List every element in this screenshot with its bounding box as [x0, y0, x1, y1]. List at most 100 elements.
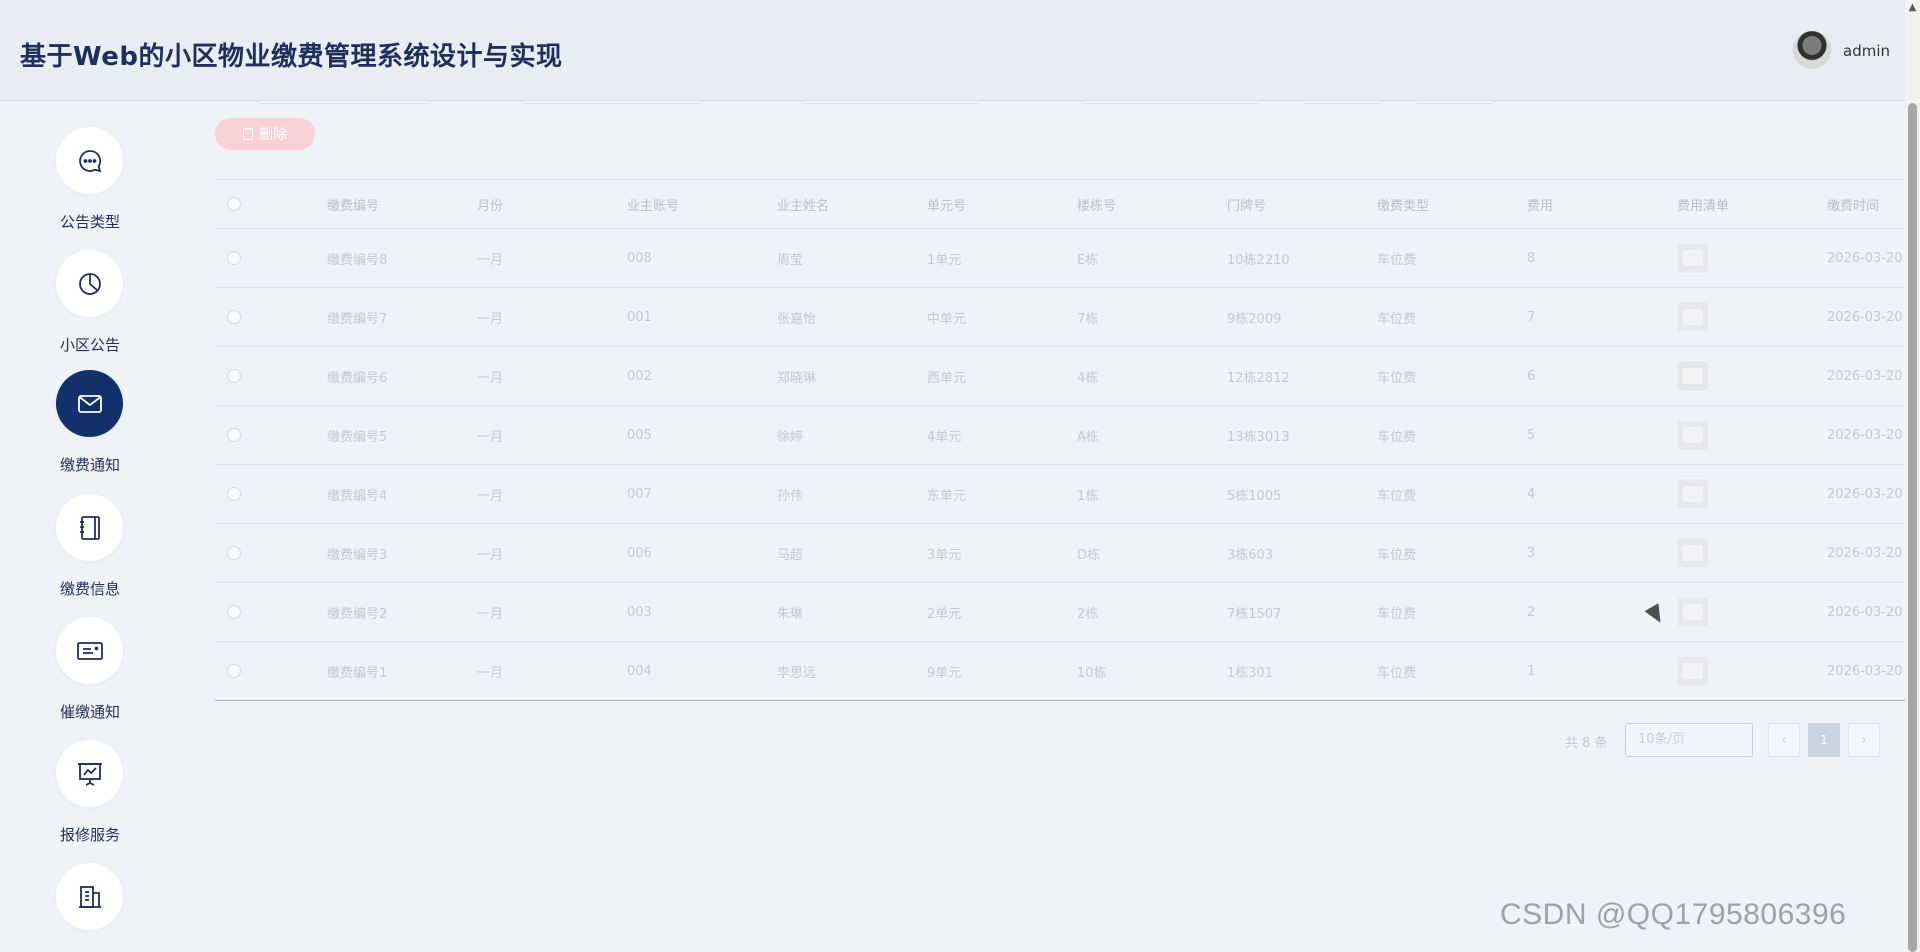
add-button-stub[interactable] [1415, 101, 1495, 104]
column-header: 楼栋号 [1077, 198, 1117, 214]
sidebar-item-notice-type[interactable]: 公告类型 [50, 127, 130, 237]
table-cell: 徐婷 [777, 429, 804, 445]
row-select-radio[interactable] [227, 288, 241, 346]
table-cell: 10栋 [1077, 665, 1107, 681]
table-row[interactable]: 缴费编号4 一月 007 孙伟 东单元 1栋 5栋1005 车位费 4 2026-03-20 [215, 465, 1905, 524]
table-cell: 2026-03-20 [1827, 604, 1903, 620]
sidebar-item-label: 小区公告 [59, 336, 120, 354]
delete-button[interactable]: 删除 [215, 118, 315, 150]
table-row[interactable]: 缴费编号3 一月 006 马超 3单元 D栋 3栋603 车位费 3 2026-03-20 [215, 524, 1905, 583]
presentation-chart-icon [77, 762, 102, 786]
scroll-up-icon[interactable]: ▲ [1905, 0, 1920, 15]
table-cell: 2026-03-20 [1827, 250, 1903, 266]
search-button-stub[interactable] [1302, 101, 1382, 104]
top-header: 基于Web的小区物业缴费管理系统设计与实现 admin [0, 0, 1905, 101]
row-select-radio[interactable] [227, 583, 241, 641]
search-input-stub[interactable] [1080, 101, 1260, 104]
user-avatar[interactable] [1793, 31, 1831, 69]
table-cell: 车位费 [1377, 665, 1417, 681]
table-cell: 中单元 [927, 311, 967, 327]
table-cell: E栋 [1077, 252, 1099, 268]
search-input-stub[interactable] [522, 101, 702, 104]
column-header: 月份 [477, 198, 504, 214]
scroll-thumb[interactable] [1908, 103, 1917, 952]
image-thumbnail[interactable] [1677, 479, 1709, 509]
row-select-radio[interactable] [227, 465, 241, 523]
table-row[interactable]: 缴费编号8 一月 008 周莹 1单元 E栋 10栋2210 车位费 8 2026-03-20 [215, 229, 1905, 288]
table-cell: 西单元 [927, 370, 967, 386]
pagination: 共 8 条 10条/页 ‹ 1 › [215, 723, 1905, 757]
sidebar-item-repair-service[interactable]: 报修服务 [50, 740, 130, 850]
table-cell: 4 [1527, 486, 1536, 502]
prev-page-button[interactable]: ‹ [1768, 723, 1800, 757]
table-cell: 001 [627, 309, 652, 325]
table-cell: 12栋2812 [1227, 370, 1290, 386]
select-all-radio[interactable] [227, 180, 241, 228]
sidebar-item-payment-notice[interactable]: 缴费通知 [50, 370, 130, 480]
row-select-radio[interactable] [227, 347, 241, 405]
image-thumbnail[interactable] [1677, 597, 1709, 627]
table-cell: 车位费 [1377, 547, 1417, 563]
table-cell: 东单元 [927, 488, 967, 504]
row-select-radio[interactable] [227, 524, 241, 582]
table-cell: 一月 [477, 547, 504, 563]
table-cell: 一月 [477, 429, 504, 445]
username-label[interactable]: admin [1843, 42, 1890, 60]
table-cell: 缴费编号5 [327, 429, 388, 445]
page-number-button[interactable]: 1 [1808, 723, 1840, 757]
table-cell: 4单元 [927, 429, 962, 445]
row-select-radio[interactable] [227, 229, 241, 287]
sidebar-item-label: 缴费信息 [59, 580, 120, 598]
image-thumbnail[interactable] [1677, 361, 1709, 391]
table-row[interactable]: 缴费编号1 一月 004 李思远 9单元 10栋 1栋301 车位费 1 2026-03-20 [215, 642, 1905, 701]
page-scrollbar[interactable]: ▲ [1905, 0, 1920, 952]
search-input-stub[interactable] [257, 101, 432, 104]
next-page-button[interactable]: › [1848, 723, 1880, 757]
pie-chart-icon [78, 272, 101, 295]
envelope-icon [77, 394, 102, 413]
image-thumbnail[interactable] [1677, 243, 1709, 273]
search-input-stub[interactable] [800, 101, 980, 104]
table-cell: 车位费 [1377, 488, 1417, 504]
table-cell: 8 [1527, 250, 1536, 266]
fee-list-thumbnail [1677, 288, 1709, 346]
image-thumbnail[interactable] [1677, 302, 1709, 332]
table-cell: A栋 [1077, 429, 1099, 445]
table-cell: 1单元 [927, 252, 962, 268]
app-title: 基于Web的小区物业缴费管理系统设计与实现 [20, 42, 563, 72]
table-cell: 一月 [477, 665, 504, 681]
table-cell: 5 [1527, 427, 1536, 443]
sidebar-item-community-notice[interactable]: 小区公告 [50, 250, 130, 360]
image-thumbnail[interactable] [1677, 420, 1709, 450]
image-thumbnail[interactable] [1677, 538, 1709, 568]
notebook-icon [79, 515, 100, 540]
table-row[interactable]: 缴费编号5 一月 005 徐婷 4单元 A栋 13栋3013 车位费 5 2026-03-20 [215, 406, 1905, 465]
page-size-select[interactable]: 10条/页 [1625, 723, 1753, 757]
table-cell: 一月 [477, 488, 504, 504]
table-cell: 2 [1527, 604, 1536, 620]
table-cell: 孙伟 [777, 488, 804, 504]
row-select-radio[interactable] [227, 406, 241, 464]
table-cell: 2026-03-20 [1827, 486, 1903, 502]
table-row[interactable]: 缴费编号6 一月 002 郑晓琳 西单元 4栋 12栋2812 车位费 6 2026-03-20 [215, 347, 1905, 406]
table-cell: 006 [627, 545, 652, 561]
table-cell: 008 [627, 250, 652, 266]
sidebar-item-payment-info[interactable]: 缴费信息 [50, 494, 130, 604]
sidebar-icon-wrap [56, 740, 123, 807]
table-row[interactable]: 缴费编号7 一月 001 张嘉怡 中单元 7栋 9栋2009 车位费 7 2026-03-20 [215, 288, 1905, 347]
sidebar-item-label: 催缴通知 [59, 703, 120, 721]
table-cell: 车位费 [1377, 429, 1417, 445]
table-cell: 004 [627, 663, 652, 679]
table-cell: 6 [1527, 368, 1536, 384]
table-cell: 2026-03-20 [1827, 368, 1903, 384]
main-content: 删除 缴费编号 月份 业主账号 业主姓名 单元号 楼栋号 门牌号 缴费类型 费用… [215, 101, 1905, 952]
table-cell: 车位费 [1377, 370, 1417, 386]
row-select-radio[interactable] [227, 642, 241, 700]
sidebar-item-building[interactable] [50, 863, 130, 952]
sidebar-item-reminder[interactable]: 催缴通知 [50, 617, 130, 727]
table-cell: 7栋 [1077, 311, 1099, 327]
image-thumbnail[interactable] [1677, 656, 1709, 686]
trash-icon [243, 128, 253, 140]
watermark-text: CSDN @QQ1795806396 [1500, 898, 1847, 931]
table-cell: 缴费编号4 [327, 488, 388, 504]
